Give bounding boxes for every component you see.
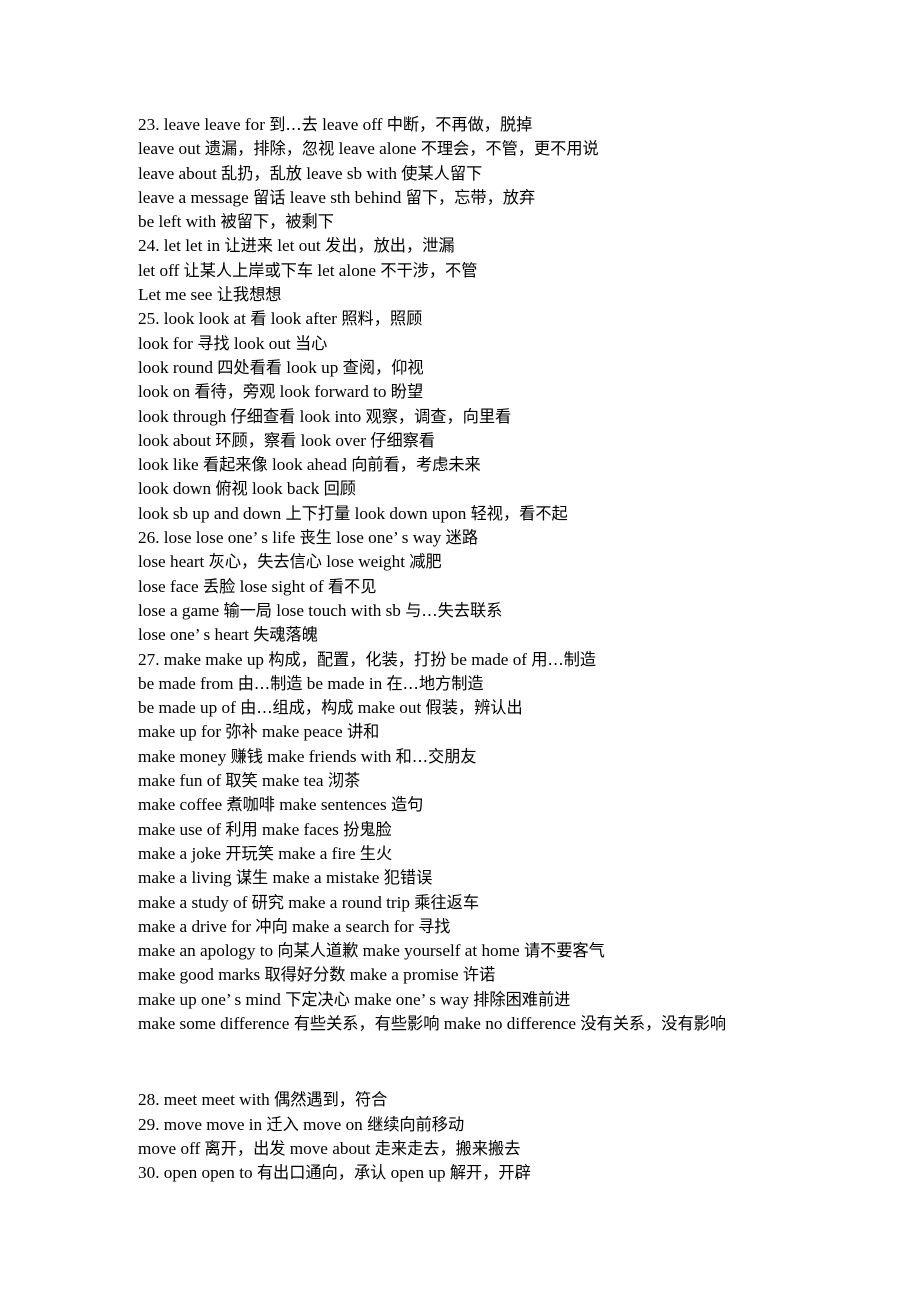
text-line: be made up of 由…组成，构成 make out 假装，辨认出 xyxy=(138,698,523,718)
text-line: look about 环顾，察看 look over 仔细察看 xyxy=(138,430,436,450)
text-block-main: 23. leave leave for 到…去 leave off 中断，不再做… xyxy=(138,113,838,1036)
text-line: make up for 弥补 make peace 讲和 xyxy=(138,722,380,742)
text-line: make an apology to 向某人道歉 make yourself a… xyxy=(138,941,605,961)
text-line: make money 赚钱 make friends with 和…交朋友 xyxy=(138,746,477,766)
text-line: lose face 丢脸 lose sight of 看不见 xyxy=(138,576,377,596)
text-line: make up one’ s mind 下定决心 make one’ s way… xyxy=(138,989,571,1009)
text-line: make use of 利用 make faces 扮鬼脸 xyxy=(138,819,392,839)
text-line: be made from 由…制造 be made in 在…地方制造 xyxy=(138,673,484,693)
text-line: 26. lose lose one’ s life 丧生 lose one’ s… xyxy=(138,528,479,548)
text-line: leave out 遗漏，排除，忽视 leave alone 不理会，不管，更不… xyxy=(138,139,599,159)
text-line: make a study of 研究 make a round trip 乘往返… xyxy=(138,892,480,912)
text-line: make good marks 取得好分数 make a promise 许诺 xyxy=(138,965,496,985)
text-line: 25. look look at 看 look after 照料，照顾 xyxy=(138,309,423,329)
text-line: Let me see 让我想想 xyxy=(138,285,282,305)
text-line: 27. make make up 构成，配置，化装，打扮 be made of … xyxy=(138,649,597,669)
text-line: 23. leave leave for 到…去 leave off 中断，不再做… xyxy=(138,115,533,134)
text-line: look through 仔细查看 look into 观察，调查，向里看 xyxy=(138,406,512,426)
text-line: be left with 被留下，被剩下 xyxy=(138,212,334,232)
text-line: 30. open open to 有出口通向，承认 open up 解开，开辟 xyxy=(138,1163,531,1183)
text-block-tail: 28. meet meet with 偶然遇到，符合 29. move move … xyxy=(138,1088,838,1185)
text-line: make a joke 开玩笑 make a fire 生火 xyxy=(138,843,393,863)
text-line: make some difference 有些关系，有些影响 make no d… xyxy=(138,1013,727,1033)
document-page: 23. leave leave for 到…去 leave off 中断，不再做… xyxy=(0,0,920,1302)
text-line: lose a game 输一局 lose touch with sb 与…失去联… xyxy=(138,600,503,620)
text-line: lose one’ s heart 失魂落魄 xyxy=(138,625,318,645)
text-line: 24. let let in 让进来 let out 发出，放出，泄漏 xyxy=(138,236,455,256)
text-line: make fun of 取笑 make tea 沏茶 xyxy=(138,771,361,791)
text-line: look like 看起来像 look ahead 向前看，考虑未来 xyxy=(138,455,481,475)
text-line: move off 离开，出发 move about 走来走去，搬来搬去 xyxy=(138,1138,521,1158)
text-line: look sb up and down 上下打量 look down upon … xyxy=(138,503,568,523)
text-line: let off 让某人上岸或下车 let alone 不干涉，不管 xyxy=(138,260,478,280)
text-line: 29. move move in 迁入 move on 继续向前移动 xyxy=(138,1114,465,1134)
text-line: leave a message 留话 leave sth behind 留下，忘… xyxy=(138,187,536,207)
text-line: make a drive for 冲向 make a search for 寻找 xyxy=(138,916,451,936)
text-line: look for 寻找 look out 当心 xyxy=(138,333,328,353)
text-line: make coffee 煮咖啡 make sentences 造句 xyxy=(138,795,424,815)
text-line: look down 俯视 look back 回顾 xyxy=(138,479,356,499)
text-line: leave about 乱扔，乱放 leave sb with 使某人留下 xyxy=(138,163,483,183)
document-text-body: 23. leave leave for 到…去 leave off 中断，不再做… xyxy=(138,113,838,1185)
text-line: make a living 谋生 make a mistake 犯错误 xyxy=(138,868,433,888)
text-line: 28. meet meet with 偶然遇到，符合 xyxy=(138,1090,388,1110)
text-line: look on 看待，旁观 look forward to 盼望 xyxy=(138,382,424,402)
text-line: lose heart 灰心，失去信心 lose weight 减肥 xyxy=(138,552,442,572)
text-line: look round 四处看看 look up 查阅，仰视 xyxy=(138,357,424,377)
